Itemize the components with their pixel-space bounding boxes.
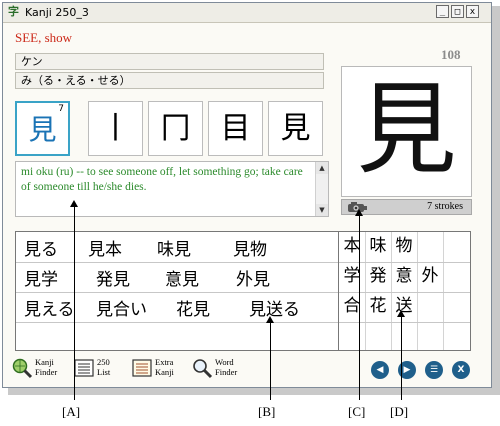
compound-word[interactable]: 見送る xyxy=(249,295,300,320)
app-window: 字 Kanji 250_3 _ □ x SEE, show 108 ケン み（る… xyxy=(2,2,492,388)
minimize-button[interactable]: _ xyxy=(436,5,449,18)
word-finder-button[interactable]: Word Finder xyxy=(191,357,251,383)
kanji-number: 108 xyxy=(441,47,461,62)
selected-kanji: 見 xyxy=(28,113,57,146)
example-sentence: mi oku (ru) -- to see someone off, let s… xyxy=(21,166,303,193)
kanji-finder-label: Kanji Finder xyxy=(35,357,57,377)
scroll-down-icon[interactable]: ▼ xyxy=(316,204,328,216)
callout-b-label: [B] xyxy=(258,404,276,419)
component-kanji[interactable]: 学 xyxy=(340,262,364,291)
grid-line xyxy=(417,232,418,350)
stroke-step-4[interactable]: 見 xyxy=(268,101,323,156)
compound-word[interactable]: 見る xyxy=(24,235,58,260)
tool-label-line: 250 xyxy=(97,357,110,367)
compound-word[interactable]: 見物 xyxy=(233,235,267,260)
onyomi-reading: ケン xyxy=(15,53,324,70)
stroke-count-label: 7 strokes xyxy=(427,201,463,212)
component-kanji[interactable]: 発 xyxy=(366,262,390,291)
compound-word[interactable]: 見学 xyxy=(24,265,58,290)
word-row: 見る 見本 味見 見物 xyxy=(16,232,338,263)
tool-label-line: Extra xyxy=(155,357,174,367)
kanji-meaning: SEE, show xyxy=(15,30,73,45)
word-row-empty xyxy=(16,322,338,352)
stroke-step-1[interactable]: 丨 xyxy=(88,101,143,156)
callout-c-line xyxy=(359,215,360,400)
compound-word[interactable]: 外見 xyxy=(236,265,270,290)
tool-label-line: Finder xyxy=(35,367,58,377)
large-kanji-display[interactable]: 見 xyxy=(341,66,472,197)
callout-b-line xyxy=(270,322,271,400)
app-icon: 字 xyxy=(8,5,19,18)
selected-kanji-box[interactable]: 見 7 xyxy=(15,101,70,156)
grid-line xyxy=(443,232,444,350)
extra-kanji-button[interactable]: Extra Kanji xyxy=(131,357,191,383)
extra-list-icon xyxy=(132,359,152,377)
tool-label-line: Kanji xyxy=(35,357,54,367)
tool-label-line: List xyxy=(97,367,111,377)
compound-word[interactable]: 花見 xyxy=(176,295,210,320)
compound-word[interactable]: 発見 xyxy=(96,265,130,290)
title-bar: 字 Kanji 250_3 _ □ x xyxy=(3,3,491,23)
word-finder-label: Word Finder xyxy=(215,357,237,377)
callout-d-label: [D] xyxy=(390,404,409,419)
previous-button[interactable]: ◀ xyxy=(371,361,389,379)
maximize-button[interactable]: □ xyxy=(451,5,464,18)
window-title: Kanji 250_3 xyxy=(25,6,89,19)
compound-word[interactable]: 見合い xyxy=(96,295,147,320)
compound-word[interactable]: 見える xyxy=(24,295,75,320)
menu-button[interactable]: ☰ xyxy=(425,361,443,379)
stroke-step-3[interactable]: 目 xyxy=(208,101,263,156)
callout-a-label: [A] xyxy=(62,404,81,419)
compound-word[interactable]: 意見 xyxy=(165,265,199,290)
scroll-up-icon[interactable]: ▲ xyxy=(316,162,328,174)
tool-label-line: Finder xyxy=(215,367,238,377)
word-row: 見学 発見 意見 外見 xyxy=(16,262,338,293)
example-scrollbar[interactable]: ▲ ▼ xyxy=(315,162,328,216)
stroke-step-2[interactable]: 冂 xyxy=(148,101,203,156)
compound-word[interactable]: 味見 xyxy=(157,235,191,260)
magnifier-globe-icon xyxy=(12,358,33,379)
list-icon xyxy=(74,359,94,377)
tool-label-line: Kanji xyxy=(155,367,174,377)
component-kanji[interactable]: 外 xyxy=(418,262,442,291)
component-kanji[interactable]: 合 xyxy=(340,292,364,321)
callout-a-line xyxy=(74,206,75,400)
stroke-count-badge: 7 xyxy=(58,104,64,114)
component-kanji[interactable]: 意 xyxy=(392,262,416,291)
extra-kanji-label: Extra Kanji xyxy=(155,357,174,377)
kunyomi-reading: み（る・える・せる） xyxy=(15,72,324,89)
word-row: 見える 見合い 花見 見送る xyxy=(16,292,338,323)
250-list-label: 250 List xyxy=(97,357,110,377)
250-list-button[interactable]: 250 List xyxy=(73,357,131,383)
component-kanji[interactable]: 物 xyxy=(392,232,416,261)
tool-label-line: Word xyxy=(215,357,234,367)
example-sentence-box[interactable]: mi oku (ru) -- to see someone off, let s… xyxy=(15,161,329,217)
compound-word[interactable]: 見本 xyxy=(88,235,122,260)
large-kanji: 見 xyxy=(356,71,457,188)
callout-d-line xyxy=(401,316,402,400)
callout-c-label: [C] xyxy=(348,404,366,419)
exit-button[interactable]: X xyxy=(452,361,470,379)
component-kanji[interactable]: 花 xyxy=(366,292,390,321)
kanji-finder-button[interactable]: Kanji Finder xyxy=(11,357,71,383)
close-button[interactable]: x xyxy=(466,5,479,18)
component-kanji[interactable]: 味 xyxy=(366,232,390,261)
magnifier-icon xyxy=(193,359,213,379)
component-kanji[interactable]: 本 xyxy=(340,232,364,261)
compound-words-grid: 見る 見本 味見 見物 見学 発見 意見 外見 見える 見合い 花見 見送る 本… xyxy=(15,231,471,351)
